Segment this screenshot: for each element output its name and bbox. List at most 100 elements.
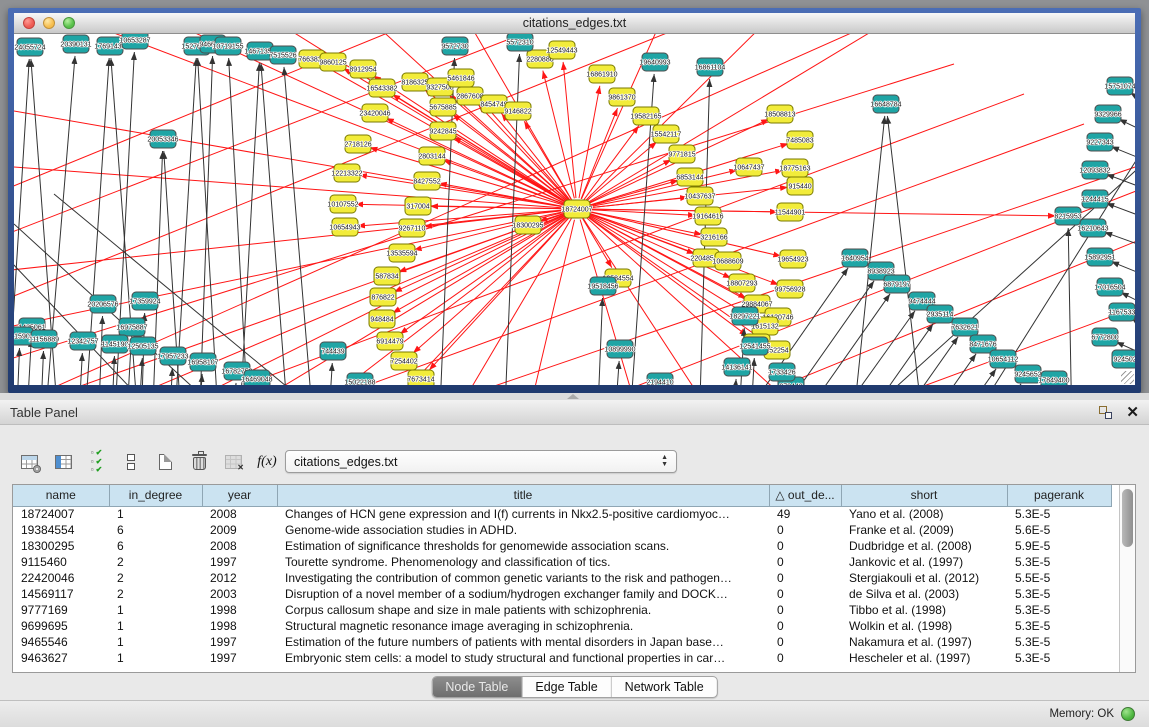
delete-column-button[interactable] [184,449,214,475]
table-cell[interactable]: de Silva et al. (2003) [841,586,1007,602]
tab-network-table[interactable]: Network Table [612,677,717,697]
tab-node-table[interactable]: Node Table [432,677,522,697]
table-cell[interactable]: 1 [109,506,202,522]
table-row[interactable]: 1938455462009Genome-wide association stu… [13,522,1111,538]
table-cell[interactable]: 18300295 [13,538,109,554]
table-cell[interactable]: 2 [109,586,202,602]
table-cell[interactable]: Estimation of the future numbers of pati… [277,634,769,650]
table-cell[interactable]: 2 [109,570,202,586]
table-cell[interactable]: Dudbridge et al. (2008) [841,538,1007,554]
column-header-in_degree[interactable]: in_degree [109,485,202,506]
table-row[interactable]: 946554611997Estimation of the future num… [13,634,1111,650]
column-header-out_de[interactable]: △ out_de... [769,485,841,506]
table-cell[interactable]: Hescheler et al. (1997) [841,650,1007,666]
show-columns-button[interactable] [48,449,78,475]
table-cell[interactable]: 2012 [202,570,277,586]
column-header-name[interactable]: name [13,485,109,506]
function-builder-button[interactable]: f(x) [252,449,282,475]
window-resize-grip[interactable] [1121,371,1134,384]
table-cell[interactable]: Disruption of a novel member of a sodium… [277,586,769,602]
table-cell[interactable]: 5.3E-5 [1007,506,1111,522]
table-cell[interactable]: 5.3E-5 [1007,586,1111,602]
table-cell[interactable]: Estimation of significance thresholds fo… [277,538,769,554]
table-cell[interactable]: Franke et al. (2009) [841,522,1007,538]
table-cell[interactable]: Changes of HCN gene expression and I(f) … [277,506,769,522]
table-cell[interactable]: 1 [109,650,202,666]
table-cell[interactable]: 9115460 [13,554,109,570]
table-cell[interactable]: 0 [769,554,841,570]
table-cell[interactable]: 0 [769,650,841,666]
table-cell[interactable]: 0 [769,618,841,634]
table-cell[interactable]: 0 [769,538,841,554]
table-cell[interactable]: 1 [109,634,202,650]
table-cell[interactable]: Wolkin et al. (1998) [841,618,1007,634]
table-cell[interactable]: 0 [769,586,841,602]
table-cell[interactable]: 2008 [202,506,277,522]
table-row[interactable]: 1456911722003Disruption of a novel membe… [13,586,1111,602]
table-cell[interactable]: 2008 [202,538,277,554]
splitter-handle-icon[interactable] [567,394,579,399]
table-cell[interactable]: 22420046 [13,570,109,586]
table-cell[interactable]: 2 [109,554,202,570]
table-cell[interactable]: 1997 [202,634,277,650]
tab-edge-table[interactable]: Edge Table [522,677,611,697]
stacked-squares-button[interactable] [116,449,146,475]
table-cell[interactable]: 9465546 [13,634,109,650]
table-cell[interactable]: 2009 [202,522,277,538]
table-cell[interactable]: 5.3E-5 [1007,650,1111,666]
table-cell[interactable]: 1997 [202,554,277,570]
table-cell[interactable]: 0 [769,602,841,618]
table-cell[interactable]: 0 [769,634,841,650]
table-cell[interactable]: 1 [109,618,202,634]
table-cell[interactable]: 0 [769,522,841,538]
zoom-window-button[interactable] [63,17,75,29]
close-window-button[interactable] [23,17,35,29]
table-cell[interactable]: Structural magnetic resonance image aver… [277,618,769,634]
float-panel-icon[interactable] [1099,406,1112,419]
table-cell[interactable]: 9463627 [13,650,109,666]
table-cell[interactable]: 6 [109,522,202,538]
table-cell[interactable]: Tourette syndrome. Phenomenology and cla… [277,554,769,570]
table-cell[interactable]: 1 [109,602,202,618]
table-cell[interactable]: Corpus callosum shape and size in male p… [277,602,769,618]
table-row[interactable]: 911546021997Tourette syndrome. Phenomeno… [13,554,1111,570]
table-cell[interactable]: Tibbo et al. (1998) [841,602,1007,618]
table-cell[interactable]: 5.5E-5 [1007,570,1111,586]
table-cell[interactable]: Genome-wide association studies in ADHD. [277,522,769,538]
table-row[interactable]: 2242004622012Investigating the contribut… [13,570,1111,586]
table-cell[interactable]: 49 [769,506,841,522]
table-cell[interactable]: 5.3E-5 [1007,602,1111,618]
panel-splitter[interactable] [0,393,1149,400]
table-cell[interactable]: 5.3E-5 [1007,554,1111,570]
table-cell[interactable]: 9699695 [13,618,109,634]
scrollbar-thumb[interactable] [1122,489,1133,547]
table-cell[interactable]: Stergiakouli et al. (2012) [841,570,1007,586]
table-cell[interactable]: 6 [109,538,202,554]
table-row[interactable]: 1830029562008Estimation of significance … [13,538,1111,554]
column-header-short[interactable]: short [841,485,1007,506]
table-cell[interactable]: Investigating the contribution of common… [277,570,769,586]
network-window-titlebar[interactable]: citations_edges.txt [14,13,1135,34]
close-panel-icon[interactable]: ✕ [1126,405,1139,420]
table-cell[interactable]: 5.3E-5 [1007,634,1111,650]
new-column-button[interactable] [150,449,180,475]
table-cell[interactable]: 18724007 [13,506,109,522]
row-selection-button[interactable]: ✔✔✔ [82,449,112,475]
table-cell[interactable]: Embryonic stem cells: a model to study s… [277,650,769,666]
table-cell[interactable]: 1998 [202,618,277,634]
table-cell[interactable]: 9777169 [13,602,109,618]
minimize-window-button[interactable] [43,17,55,29]
table-options-button[interactable] [14,449,44,475]
table-cell[interactable]: 5.3E-5 [1007,618,1111,634]
table-row[interactable]: 977716911998Corpus callosum shape and si… [13,602,1111,618]
table-row[interactable]: 946362711997Embryonic stem cells: a mode… [13,650,1111,666]
table-cell[interactable]: 0 [769,570,841,586]
column-header-title[interactable]: title [277,485,769,506]
table-cell[interactable]: Nakamura et al. (1997) [841,634,1007,650]
table-cell[interactable]: 5.6E-5 [1007,522,1111,538]
table-cell[interactable]: 1998 [202,602,277,618]
table-cell[interactable]: 1997 [202,650,277,666]
table-selector-dropdown[interactable]: citations_edges.txt ▲▼ [285,450,677,473]
table-row[interactable]: 1872400712008Changes of HCN gene express… [13,506,1111,522]
memory-ok-indicator[interactable] [1121,707,1135,721]
